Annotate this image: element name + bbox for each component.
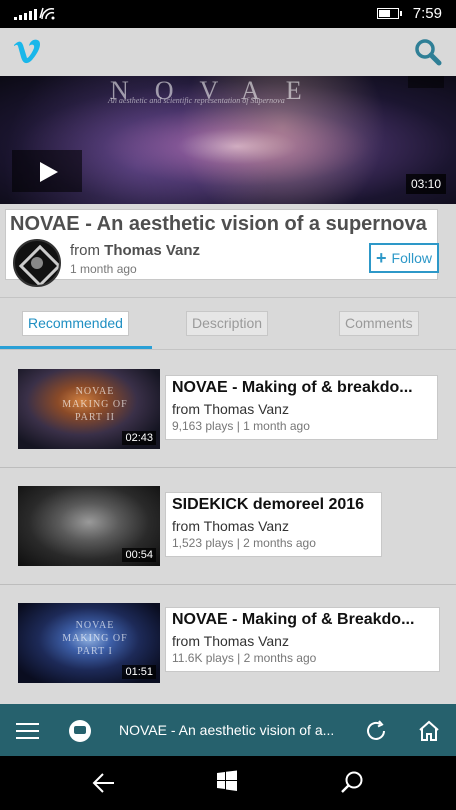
video-player[interactable]: NOVAE An aesthetic and scientific repres… [0, 76, 456, 204]
vimeo-logo-icon[interactable] [12, 36, 42, 66]
video-thumbnail[interactable]: 00:54 [18, 486, 160, 566]
status-bar: 7:59 [0, 0, 456, 28]
video-thumbnail[interactable]: NOVAE MAKING OF PART II 02:43 [18, 369, 160, 449]
from-label: from [70, 242, 100, 259]
app-header [0, 28, 456, 76]
video-info[interactable]: SIDEKICK demoreel 2016 from Thomas Vanz … [165, 492, 382, 557]
refresh-icon[interactable] [364, 719, 388, 743]
tab-description[interactable]: Description [186, 311, 269, 336]
video-thumbnail[interactable]: NOVAE MAKING OF PART I 01:51 [18, 603, 160, 683]
video-duration: 02:43 [122, 431, 156, 445]
tab-recommended[interactable]: Recommended [22, 311, 129, 336]
video-meta: 1,523 plays | 2 months ago [172, 536, 316, 550]
avatar[interactable] [13, 239, 61, 287]
thumbnail-text: NOVAE MAKING OF PART I [62, 620, 128, 657]
search-icon[interactable] [340, 770, 364, 794]
video-title: SIDEKICK demoreel 2016 [172, 496, 365, 513]
now-playing-title[interactable]: NOVAE - An aesthetic vision of a... [119, 722, 339, 738]
video-author: from Thomas Vanz [172, 518, 289, 534]
video-info[interactable]: NOVAE - Making of & Breakdo... from Thom… [165, 607, 440, 672]
author-name[interactable]: Thomas Vanz [104, 242, 200, 259]
video-info[interactable]: NOVAE - Making of & breakdo... from Thom… [165, 375, 438, 440]
divider [0, 349, 456, 350]
windows-start-icon[interactable] [216, 770, 238, 792]
list-item[interactable]: NOVAE MAKING OF PART II 02:43 NOVAE - Ma… [0, 351, 456, 468]
signal-strength-icon [14, 8, 37, 20]
tab-comments[interactable]: Comments [339, 311, 419, 336]
back-arrow-icon[interactable] [92, 772, 116, 794]
list-item[interactable]: NOVAE MAKING OF PART I 01:51 NOVAE - Mak… [0, 585, 456, 702]
hamburger-menu-icon[interactable] [16, 723, 39, 739]
wifi-icon [39, 7, 55, 20]
posted-time: 1 month ago [70, 262, 137, 276]
video-duration: 01:51 [122, 665, 156, 679]
video-title: NOVAE - Making of & breakdo... [172, 379, 413, 396]
author-line: from Thomas Vanz [70, 242, 200, 259]
list-item[interactable]: 00:54 SIDEKICK demoreel 2016 from Thomas… [0, 468, 456, 585]
share-icon[interactable] [408, 76, 444, 88]
plus-icon: + [376, 247, 387, 268]
search-icon[interactable] [414, 38, 442, 66]
play-button[interactable] [12, 150, 82, 192]
robot-icon[interactable] [69, 720, 91, 742]
video-title: NOVAE - Making of & Breakdo... [172, 611, 415, 628]
video-author: from Thomas Vanz [172, 633, 289, 649]
video-duration: 03:10 [405, 174, 446, 194]
divider [0, 297, 456, 298]
video-meta: 9,163 plays | 1 month ago [172, 419, 310, 433]
system-nav-bar [0, 756, 456, 810]
video-author: from Thomas Vanz [172, 401, 289, 417]
bottom-app-bar: NOVAE - An aesthetic vision of a... [0, 704, 456, 756]
follow-button[interactable]: + Follow [369, 243, 439, 273]
home-icon[interactable] [417, 719, 441, 743]
video-tagline: An aesthetic and scientific representati… [108, 96, 285, 105]
follow-label: Follow [391, 250, 432, 266]
video-meta: 11.6K plays | 2 months ago [172, 651, 317, 665]
battery-icon [377, 8, 402, 19]
video-duration: 00:54 [122, 548, 156, 562]
clock: 7:59 [412, 5, 442, 22]
thumbnail-text: NOVAE MAKING OF PART II [62, 386, 128, 423]
